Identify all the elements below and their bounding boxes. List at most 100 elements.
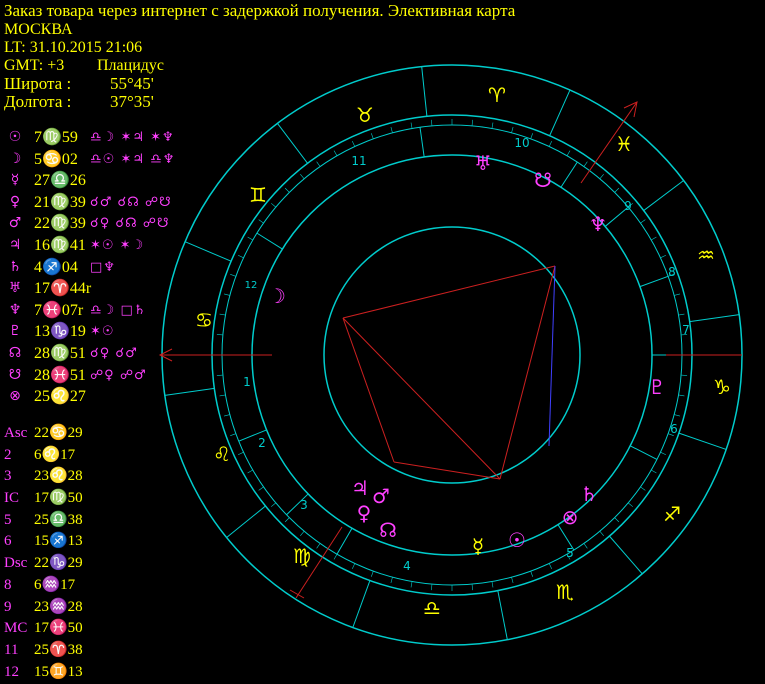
zodiac-inner-ring bbox=[211, 114, 693, 596]
degree-tick bbox=[247, 236, 253, 241]
degree-tick bbox=[300, 530, 305, 536]
leo-icon: ♌ bbox=[213, 442, 231, 466]
degree-tick bbox=[247, 469, 253, 474]
degree-tick bbox=[258, 486, 264, 491]
gemini-icon: ♊ bbox=[249, 183, 267, 207]
degree-tick bbox=[219, 394, 226, 397]
degree-tick bbox=[548, 140, 553, 147]
degree-tick bbox=[390, 577, 393, 584]
degree-tick bbox=[333, 554, 338, 560]
sign-divider bbox=[184, 241, 232, 262]
degree-tick bbox=[660, 254, 667, 259]
degree-tick bbox=[511, 577, 514, 584]
taurus-icon: ♉ bbox=[356, 103, 374, 127]
house-number: 6 bbox=[670, 422, 678, 436]
saturn-icon: ♄ bbox=[580, 482, 598, 506]
sign-divider bbox=[277, 123, 308, 164]
degree-tick bbox=[674, 293, 681, 296]
degree-tick bbox=[640, 486, 646, 491]
house-cusp-ticks bbox=[216, 119, 688, 591]
degree-tick bbox=[471, 584, 473, 591]
aspect-lines bbox=[342, 265, 556, 480]
scorpio-icon: ♏ bbox=[556, 580, 574, 604]
degree-tick bbox=[410, 122, 413, 129]
degree-tick bbox=[627, 502, 633, 507]
degree-tick bbox=[614, 517, 620, 523]
degree-tick bbox=[284, 187, 290, 193]
degree-tick bbox=[216, 334, 223, 336]
degree-ring bbox=[221, 124, 683, 586]
degree-tick bbox=[651, 236, 657, 241]
degree-tick bbox=[511, 126, 514, 133]
degree-tick bbox=[431, 584, 433, 591]
degree-tick bbox=[678, 394, 685, 397]
sign-dividers bbox=[164, 66, 740, 640]
sign-divider bbox=[549, 89, 571, 136]
aquarius-icon: ♒ bbox=[697, 243, 715, 267]
degree-tick bbox=[530, 133, 533, 139]
degree-tick bbox=[583, 161, 588, 167]
degree-tick bbox=[230, 433, 236, 436]
degree-tick bbox=[258, 219, 264, 224]
sign-divider bbox=[421, 66, 428, 117]
degree-tick bbox=[371, 571, 374, 577]
degree-tick bbox=[271, 502, 277, 507]
degree-tick bbox=[351, 140, 356, 147]
house-cusp-tick bbox=[560, 161, 578, 188]
degree-tick bbox=[333, 150, 338, 156]
capricorn-icon: ♑ bbox=[713, 375, 731, 399]
north-node-icon: ☊ bbox=[379, 518, 397, 542]
house-number: 12 bbox=[245, 280, 258, 291]
degree-tick bbox=[566, 150, 571, 156]
degree-tick bbox=[390, 126, 393, 133]
virgo-icon: ♍ bbox=[293, 544, 311, 568]
sign-divider bbox=[226, 505, 266, 538]
degree-tick bbox=[284, 517, 290, 523]
house-number: 7 bbox=[682, 323, 690, 337]
moon-icon: ☽ bbox=[268, 284, 286, 308]
aspect-line bbox=[342, 317, 395, 463]
mercury-icon: ☿ bbox=[472, 534, 484, 558]
house-number: 2 bbox=[258, 436, 266, 450]
chart-wheel: 1 2 3 4 5 6 7 8 9 10 11 12 ♈ ♉ ♊ ♋ ♌ ♍ ♎… bbox=[158, 64, 743, 646]
sign-divider bbox=[164, 387, 215, 396]
aspect-ring bbox=[323, 226, 581, 484]
house-cusp-tick bbox=[256, 232, 283, 250]
uranus-icon: ♅ bbox=[474, 151, 492, 175]
degree-tick bbox=[614, 187, 620, 193]
sun-icon: ☉ bbox=[508, 528, 526, 552]
south-node-icon: ☋ bbox=[534, 168, 552, 192]
degree-tick bbox=[223, 414, 230, 417]
pisces-icon: ♓ bbox=[615, 132, 633, 156]
degree-tick bbox=[681, 374, 688, 376]
degree-tick bbox=[216, 374, 223, 376]
house-number: 4 bbox=[403, 559, 411, 573]
degree-tick bbox=[230, 274, 236, 277]
degree-tick bbox=[471, 119, 473, 126]
aries-icon: ♈ bbox=[488, 83, 506, 107]
degree-tick bbox=[599, 174, 604, 180]
venus-icon: ♀ bbox=[357, 501, 372, 525]
house-number: 8 bbox=[668, 265, 676, 279]
degree-tick bbox=[371, 133, 374, 139]
degree-tick bbox=[219, 313, 226, 316]
house-number: 1 bbox=[243, 375, 251, 389]
degree-tick bbox=[431, 119, 433, 126]
house-cusp-tick bbox=[419, 127, 425, 158]
mars-icon: ♂ bbox=[372, 484, 390, 508]
sign-divider bbox=[609, 535, 643, 575]
degree-tick bbox=[599, 530, 604, 536]
degree-tick bbox=[491, 122, 494, 129]
degree-tick bbox=[351, 563, 356, 570]
degree-tick bbox=[223, 293, 230, 296]
degree-tick bbox=[674, 414, 681, 417]
part-of-fortune-icon: ⊗ bbox=[562, 505, 579, 529]
degree-tick bbox=[237, 254, 244, 259]
jupiter-icon: ♃ bbox=[351, 476, 369, 500]
house-cusp-tick bbox=[629, 445, 658, 460]
house-number: 9 bbox=[624, 199, 632, 213]
aspect-line bbox=[342, 265, 556, 319]
aspect-line bbox=[499, 265, 556, 480]
house-number: 5 bbox=[566, 546, 574, 560]
pluto-icon: ♇ bbox=[648, 375, 666, 399]
